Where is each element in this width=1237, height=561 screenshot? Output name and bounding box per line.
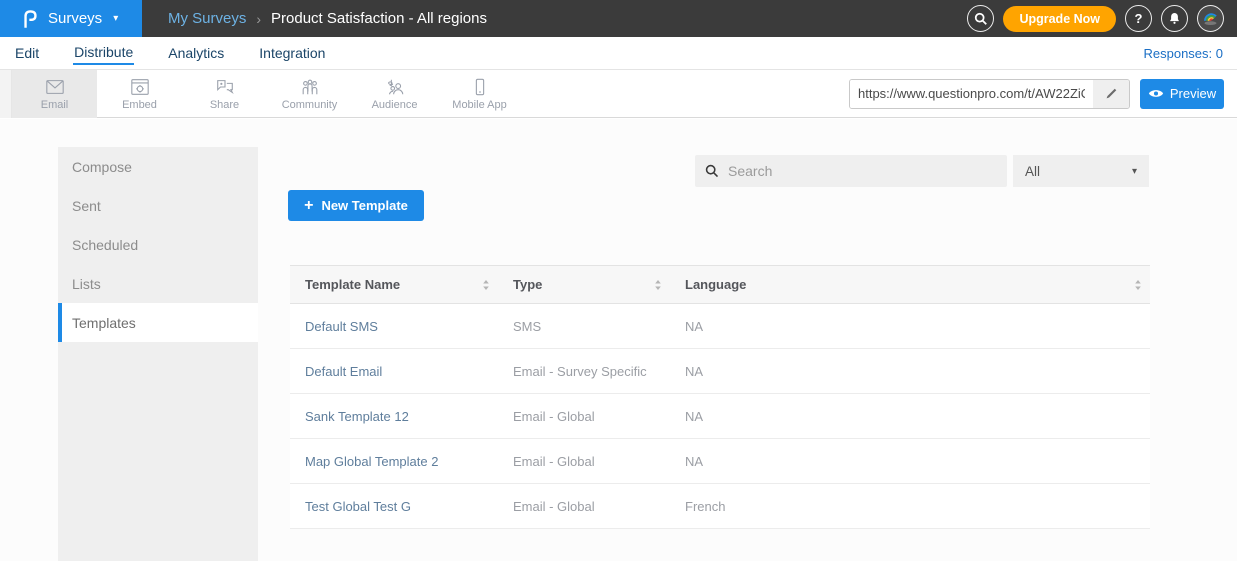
toolbar-item-label: Community (282, 99, 338, 111)
toolbar-item-community[interactable]: Community (267, 70, 352, 118)
survey-url-box (849, 79, 1130, 109)
tab-integration[interactable]: Integration (258, 42, 326, 64)
help-button[interactable]: ? (1125, 5, 1152, 32)
toolbar-item-audience[interactable]: Audience (352, 70, 437, 118)
column-header-template-name[interactable]: Template Name (290, 266, 498, 304)
sidebar-item-lists[interactable]: Lists (58, 264, 258, 303)
topbar-actions: Upgrade Now ? (967, 5, 1224, 32)
breadcrumb-separator: › (256, 11, 261, 27)
column-header-language[interactable]: Language (670, 266, 1150, 304)
sort-icon[interactable] (1134, 279, 1142, 290)
global-search-button[interactable] (967, 5, 994, 32)
preview-button[interactable]: Preview (1140, 79, 1224, 109)
toolbar-item-email[interactable]: Email (12, 70, 97, 118)
type-filter-dropdown[interactable]: All ▾ (1013, 155, 1149, 187)
sidebar-item-scheduled[interactable]: Scheduled (58, 225, 258, 264)
template-language: NA (670, 439, 1150, 484)
upgrade-now-button[interactable]: Upgrade Now (1003, 6, 1116, 32)
embed-icon (128, 77, 152, 97)
toolbar-item-label: Audience (372, 99, 418, 111)
page-title: Product Satisfaction - All regions (271, 10, 487, 27)
sidebar-item-compose[interactable]: Compose (58, 147, 258, 186)
column-header-type[interactable]: Type (498, 266, 670, 304)
content-area: Compose Sent Scheduled Lists Templates A… (0, 119, 1237, 561)
eye-icon (1148, 88, 1164, 99)
new-template-button[interactable]: + New Template (288, 190, 424, 221)
template-type: SMS (498, 304, 670, 349)
template-search-input[interactable] (728, 163, 997, 179)
template-type: Email - Global (498, 439, 670, 484)
sort-icon[interactable] (482, 279, 490, 290)
table-row: Default SMS SMS NA (290, 304, 1150, 349)
sort-icon[interactable] (654, 279, 662, 290)
template-name-link[interactable]: Default Email (290, 349, 498, 394)
notifications-button[interactable] (1161, 5, 1188, 32)
toolbar-item-label: Mobile App (452, 99, 506, 111)
template-name-link[interactable]: Test Global Test G (290, 484, 498, 529)
template-type: Email - Global (498, 484, 670, 529)
table-header-row: Template Name Type Language (290, 266, 1150, 304)
audience-icon (383, 77, 407, 97)
template-language: NA (670, 304, 1150, 349)
breadcrumb: My Surveys › Product Satisfaction - All … (168, 10, 487, 27)
mobile-app-icon (468, 77, 492, 97)
templates-table: Template Name Type Language Default SMS (290, 265, 1150, 529)
search-icon (974, 12, 988, 26)
plus-icon: + (304, 198, 313, 214)
surveys-product-menu[interactable]: Surveys ▾ (0, 0, 142, 37)
chevron-down-icon: ▾ (113, 13, 118, 24)
template-search-box (695, 155, 1007, 187)
table-row: Test Global Test G Email - Global French (290, 484, 1150, 529)
toolbar-item-label: Embed (122, 99, 157, 111)
template-name-link[interactable]: Sank Template 12 (290, 394, 498, 439)
tab-analytics[interactable]: Analytics (167, 42, 225, 64)
sidebar-item-templates[interactable]: Templates (58, 303, 258, 342)
toolbar-right: Preview (849, 79, 1224, 109)
edit-url-button[interactable] (1093, 80, 1129, 108)
questionpro-logo-icon (20, 7, 39, 31)
template-language: NA (670, 394, 1150, 439)
responses-count-link[interactable]: Responses: 0 (1144, 46, 1224, 61)
tab-edit[interactable]: Edit (14, 42, 40, 64)
table-row: Default Email Email - Survey Specific NA (290, 349, 1150, 394)
table-row: Sank Template 12 Email - Global NA (290, 394, 1150, 439)
toolbar-item-embed[interactable]: Embed (97, 70, 182, 118)
pencil-icon (1104, 87, 1118, 101)
share-icon (213, 77, 237, 97)
template-language: NA (670, 349, 1150, 394)
search-icon (705, 164, 719, 178)
tab-distribute[interactable]: Distribute (73, 41, 134, 65)
app-window: Surveys ▾ My Surveys › Product Satisfact… (0, 0, 1237, 561)
avatar-gauge-icon (1198, 5, 1223, 32)
new-template-button-label: New Template (321, 198, 407, 213)
community-icon (298, 77, 322, 97)
account-avatar[interactable] (1197, 5, 1224, 32)
toolbar-item-label: Email (41, 99, 69, 111)
survey-url-input[interactable] (850, 80, 1093, 108)
toolbar-left-strip (0, 70, 12, 118)
template-type: Email - Survey Specific (498, 349, 670, 394)
toolbar-item-share[interactable]: Share (182, 70, 267, 118)
email-sidebar: Compose Sent Scheduled Lists Templates (58, 147, 258, 561)
topbar: Surveys ▾ My Surveys › Product Satisfact… (0, 0, 1237, 37)
sidebar-item-sent[interactable]: Sent (58, 186, 258, 225)
product-label: Surveys (48, 10, 102, 27)
email-icon (43, 77, 67, 97)
template-name-link[interactable]: Default SMS (290, 304, 498, 349)
survey-nav: Edit Distribute Analytics Integration Re… (0, 37, 1237, 70)
toolbar-item-label: Share (210, 99, 239, 111)
template-name-link[interactable]: Map Global Template 2 (290, 439, 498, 484)
table-row: Map Global Template 2 Email - Global NA (290, 439, 1150, 484)
template-type: Email - Global (498, 394, 670, 439)
template-language: French (670, 484, 1150, 529)
question-mark-icon: ? (1135, 11, 1143, 26)
distribute-toolbar: Email Embed Share (0, 70, 1237, 118)
chevron-down-icon: ▾ (1132, 166, 1137, 177)
toolbar-item-mobile-app[interactable]: Mobile App (437, 70, 522, 118)
type-filter-value: All (1025, 164, 1040, 179)
breadcrumb-my-surveys-link[interactable]: My Surveys (168, 10, 246, 27)
preview-button-label: Preview (1170, 86, 1216, 101)
bell-icon (1167, 11, 1182, 26)
